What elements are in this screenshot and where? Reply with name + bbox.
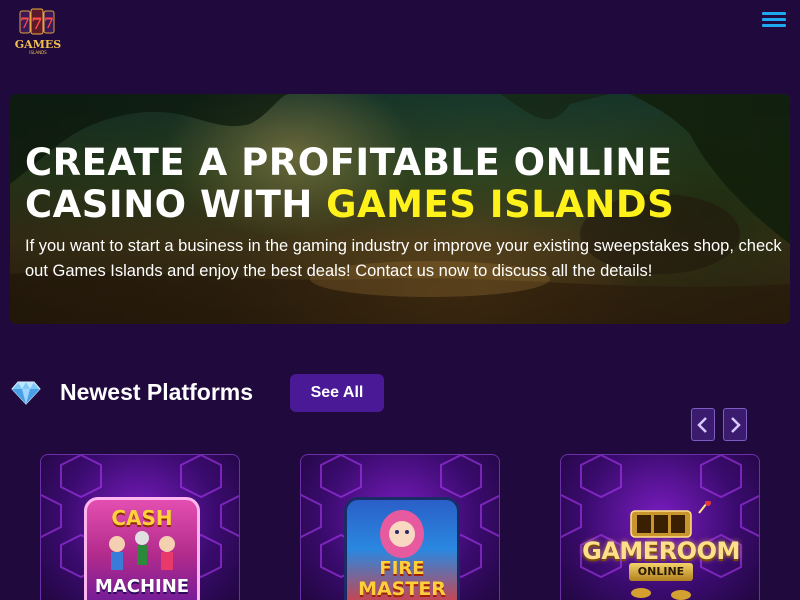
platform-card-gameroom-online[interactable]: GAMEROOM ONLINE: [560, 454, 760, 600]
dancing-figures-icon: [109, 531, 175, 570]
hero-banner: CREATE A PROFITABLE ONLINE CASINO WITH G…: [10, 94, 790, 324]
character-icon: [380, 510, 424, 558]
svg-text:7: 7: [44, 16, 54, 32]
carousel-next-button[interactable]: [723, 408, 747, 441]
diamond-icon: [11, 381, 41, 405]
chevron-left-icon: [697, 416, 707, 433]
hero-title-line2: CASINO WITH: [25, 183, 327, 226]
section-title: Newest Platforms: [60, 379, 254, 405]
newest-platforms-header: Newest Platforms See All: [10, 372, 790, 414]
logo-icon: 7 7 7 GAMES ISLANDS: [15, 8, 61, 55]
platform-card-cash-machine[interactable]: CASH MACHINE: [40, 454, 240, 600]
gameroom-online-game-image: GAMEROOM ONLINE: [561, 501, 759, 600]
carousel-prev-button[interactable]: [691, 408, 715, 441]
game-title-line2: MASTER: [358, 578, 446, 600]
cash-machine-game-image: CASH MACHINE: [84, 497, 200, 600]
game-title-line2: ONLINE: [629, 563, 693, 581]
svg-text:7: 7: [31, 14, 42, 33]
hero-title-line1: CREATE A PROFITABLE ONLINE: [25, 141, 673, 184]
chevron-right-icon: [731, 416, 741, 433]
game-title-line1: FIRE: [379, 558, 425, 579]
game-title-line1: GAMEROOM: [582, 537, 740, 565]
fire-master-game-image: FIRE MASTER: [344, 497, 460, 600]
game-title-line2: MACHINE: [94, 576, 190, 597]
svg-text:7: 7: [20, 16, 30, 32]
site-header: 7 7 7 GAMES ISLANDS: [0, 0, 800, 70]
hamburger-menu-icon[interactable]: [762, 11, 786, 31]
platform-card-fire-master[interactable]: FIRE MASTER: [300, 454, 500, 600]
hero-description: If you want to start a business in the g…: [25, 237, 782, 280]
svg-text:ISLANDS: ISLANDS: [29, 50, 47, 55]
games-islands-logo[interactable]: 7 7 7 GAMES ISLANDS: [14, 8, 62, 56]
hero-title-highlight: GAMES ISLANDS: [326, 183, 675, 226]
game-title-line1: CASH: [111, 506, 173, 530]
see-all-button[interactable]: See All: [290, 374, 384, 412]
hero-title: CREATE A PROFITABLE ONLINE CASINO WITH G…: [25, 142, 765, 226]
